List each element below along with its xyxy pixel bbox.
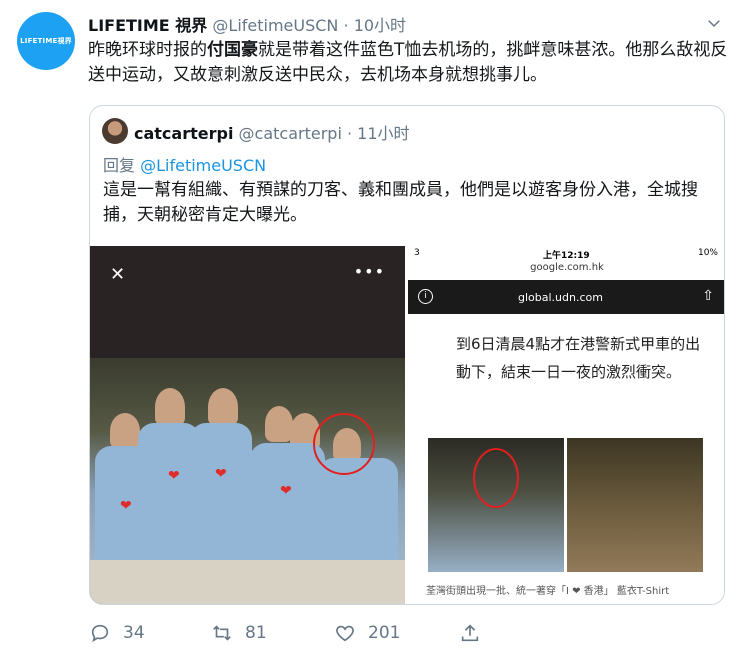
article-text: 到6日清晨4點才在港警新式甲車的出動下，結束一日一夜的激烈衝突。 (456, 335, 701, 381)
article-photo-left (428, 438, 564, 572)
phone-status-bar: 3 上午12:19 10% (408, 246, 724, 262)
close-icon: ✕ (110, 264, 126, 285)
avatar-label: LIFETIME視界 (20, 37, 72, 45)
photo-bottom-strip (90, 560, 405, 604)
phone-clock: 上午12:19 (543, 251, 590, 261)
battery-indicator: 10% (697, 248, 718, 258)
like-count: 201 (368, 623, 401, 643)
more-options-icon: ••• (353, 262, 385, 281)
reply-mention-link[interactable]: @LifetimeUSCN (140, 156, 266, 175)
article-caption: 荃灣街頭出現一批、統一著穿「I ❤ 香港」 藍衣T-Shirt (426, 586, 670, 597)
quoted-handle[interactable]: @catcarterpi (239, 124, 342, 143)
share-icon (461, 624, 479, 642)
info-icon: i (418, 289, 433, 304)
reply-icon (91, 624, 109, 643)
tweet-time[interactable]: 10小时 (354, 16, 406, 35)
display-name[interactable]: LIFETIME 視界 (88, 16, 207, 35)
article-photo-right (567, 438, 703, 572)
quoted-header: catcarterpi @catcarterpi · 11小时 (134, 120, 410, 144)
user-handle[interactable]: @LifetimeUSCN (212, 16, 338, 35)
tweet-text-bold: 付国豪 (207, 40, 258, 60)
separator-dot: · (343, 16, 349, 35)
tweet-text-part1: 昨晚环球时报的 (88, 40, 207, 60)
reply-count: 34 (123, 623, 145, 643)
chevron-down-icon[interactable] (705, 14, 723, 32)
tweet-actions: 34 81 201 (89, 622, 689, 648)
separator-dot: · (346, 124, 353, 143)
quoted-text: 這是一幫有組織、有預謀的刀客、義和團成員，他們是以遊客身份入港，全城搜捕，天朝秘… (103, 180, 698, 225)
photo-left[interactable]: ✕ ••• ❤ ❤ ❤ ❤ (90, 246, 405, 604)
reply-prefix: 回复 (103, 156, 136, 175)
share-button[interactable] (459, 622, 493, 644)
retweet-button[interactable]: 81 (211, 622, 267, 644)
reply-context: 回复 @LifetimeUSCN (103, 152, 266, 176)
reply-button[interactable]: 34 (89, 622, 145, 644)
share-icon: ⇧ (702, 288, 714, 304)
retweet-icon (213, 625, 231, 641)
site-domain: global.udn.com (518, 291, 603, 304)
site-header: i global.udn.com ⇧ (408, 280, 724, 314)
tweet-header: LIFETIME 視界 @LifetimeUSCN · 10小时 (88, 12, 406, 36)
heart-icon (336, 625, 354, 642)
quoted-tweet[interactable]: catcarterpi @catcarterpi · 11小时 回复 @Life… (89, 105, 725, 605)
signal-indicator: 3 (414, 248, 420, 258)
photo-right[interactable]: 3 上午12:19 10% google.com.hk i global.udn… (408, 246, 724, 604)
quoted-time[interactable]: 11小时 (357, 124, 409, 143)
browser-url: google.com.hk (530, 262, 604, 273)
quoted-display-name[interactable]: catcarterpi (134, 124, 233, 143)
like-button[interactable]: 201 (334, 622, 400, 644)
retweet-count: 81 (245, 623, 267, 643)
avatar[interactable]: LIFETIME視界 (17, 12, 75, 70)
tweet-text: 昨晚环球时报的付国豪就是带着这件蓝色T恤去机场的，挑衅意味甚浓。他那么敌视反送中… (88, 38, 728, 88)
quoted-avatar[interactable] (102, 118, 128, 144)
